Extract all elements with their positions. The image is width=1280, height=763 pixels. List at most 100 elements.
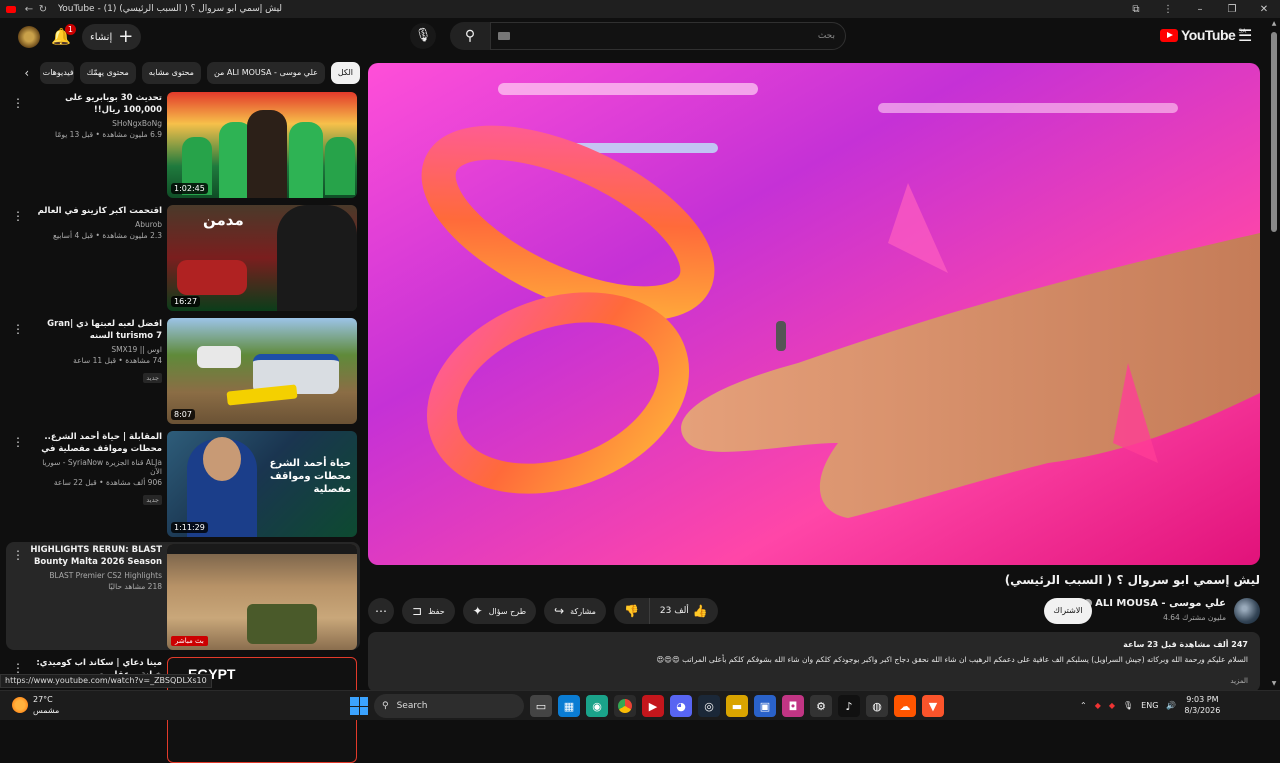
extensions-icon[interactable]: ⧉ — [1120, 4, 1152, 15]
list-item[interactable]: ⋮ تحديث 30 بوبابريو على 100,000 ريال!! S… — [6, 90, 360, 198]
search-button[interactable]: ⚲ — [450, 22, 490, 50]
sun-icon — [12, 697, 28, 713]
youtube-logo-text: YouTube — [1181, 27, 1236, 43]
close-button[interactable]: ✕ — [1248, 4, 1280, 15]
reload-icon[interactable]: ↻ — [36, 4, 50, 15]
youtube-logo[interactable]: YouTube SA — [1160, 27, 1246, 43]
rec-channel[interactable]: ALJa قناة الجزيرة SyriaNow - سوريا الآن — [30, 458, 162, 476]
save-button[interactable]: ⊐ حفظ — [402, 598, 455, 624]
soundcloud-icon[interactable]: ☁ — [894, 695, 916, 717]
minimize-button[interactable]: – — [1184, 4, 1216, 15]
rec-title[interactable]: تحديث 30 بوبابريو على 100,000 ريال!! — [30, 92, 162, 116]
back-arrow-icon[interactable]: ← — [22, 4, 36, 15]
instagram-icon[interactable]: ◘ — [782, 695, 804, 717]
language-indicator[interactable]: ENG — [1141, 701, 1158, 710]
rec-title[interactable]: اقتحمت اكبر كازينو في العالم — [30, 205, 162, 217]
tray-chevron-icon[interactable]: ⌃ — [1080, 701, 1087, 710]
rec-thumbnail[interactable]: 1:02:45 — [167, 92, 357, 198]
more-options-icon[interactable]: ⋮ — [12, 661, 24, 675]
rec-title[interactable]: HIGHLIGHTS RERUN: BLAST Bounty Malta 202… — [30, 544, 162, 568]
weather-widget[interactable]: 27°C مشمس — [12, 694, 59, 716]
clock[interactable]: 9:03 PM 8/3/2026 — [1184, 694, 1220, 716]
more-options-icon[interactable]: ⋮ — [12, 209, 24, 223]
tray-app-icon[interactable]: ◆ — [1109, 701, 1115, 710]
list-item[interactable]: ⋮ افضل لعبه لعبتها ذي |Gran turismo 7 ال… — [6, 316, 360, 424]
keyboard-icon[interactable] — [498, 32, 510, 40]
notifications-bell-icon[interactable]: 🔔 1 — [50, 24, 76, 48]
description-box[interactable]: 247 ألف مشاهدة قبل 23 ساعة السلام عليكم … — [368, 632, 1260, 692]
recommendations-list: ⋮ تحديث 30 بوبابريو على 100,000 ريال!! S… — [6, 90, 360, 763]
voice-search-mic-icon[interactable]: 🎙 — [410, 23, 436, 49]
ask-button[interactable]: ✦ طرح سؤال — [462, 598, 537, 624]
rec-thumbnail[interactable]: حياة أحمد الشرع محطات ومواقف مفصلية 1:11… — [167, 431, 357, 537]
description-stats: 247 ألف مشاهدة قبل 23 ساعة — [1123, 640, 1248, 649]
account-avatar[interactable] — [18, 26, 40, 48]
taskbar-search[interactable]: ⚲ Search — [374, 694, 524, 718]
maximize-button[interactable]: ❐ — [1216, 4, 1248, 15]
more-actions-button[interactable]: ⋯ — [368, 598, 394, 624]
tiktok-icon[interactable]: ♪ — [838, 695, 860, 717]
chip-from-channel[interactable]: من ALI MOUSA - علي موسى — [206, 62, 325, 84]
subscribe-button[interactable]: الاشتراك — [1044, 598, 1092, 624]
speaker-icon[interactable]: 🔊 — [1166, 701, 1176, 710]
settings-gear-icon[interactable]: ⚙ — [810, 695, 832, 717]
rec-channel[interactable]: Aburob — [30, 220, 162, 229]
more-options-icon[interactable]: ⋮ — [12, 548, 24, 562]
file-explorer-icon[interactable]: ▬ — [726, 695, 748, 717]
channel-name-row[interactable]: ALI MOUSA - علي موسى — [1081, 598, 1226, 609]
share-button[interactable]: ↪ مشاركة — [544, 598, 606, 624]
microphone-icon[interactable]: 🎙 — [1123, 701, 1133, 710]
start-button[interactable] — [350, 697, 368, 715]
tray-app-icon[interactable]: ◆ — [1095, 701, 1101, 710]
rec-thumbnail[interactable]: بث مباشر — [167, 544, 357, 650]
chip-all[interactable]: الكل — [330, 62, 360, 84]
scrollbar-thumb[interactable] — [1271, 32, 1277, 232]
more-options-icon[interactable]: ⋮ — [12, 435, 24, 449]
rec-thumbnail[interactable]: مدمن 16:27 — [167, 205, 357, 311]
video-player[interactable] — [368, 63, 1260, 565]
link-status-url: https://www.youtube.com/watch?v=_ZBSQDLX… — [0, 674, 212, 688]
notifications-badge: 1 — [64, 24, 76, 35]
app-icon[interactable]: ◍ — [866, 695, 888, 717]
list-item[interactable]: ⋮ المقابلة | حياة أحمد الشرع.. محطات ومو… — [6, 429, 360, 537]
dislike-button[interactable]: 👎 — [614, 598, 649, 624]
store-icon[interactable]: ▦ — [558, 695, 580, 717]
rec-channel[interactable]: BLAST Premier CS2 Highlights — [30, 571, 162, 580]
rec-title[interactable]: افضل لعبه لعبتها ذي |Gran turismo 7 السن… — [30, 318, 162, 342]
rec-thumb-text: مدمن — [203, 211, 244, 229]
create-button[interactable]: إنشاء + — [82, 24, 142, 50]
chrome-icon[interactable] — [614, 695, 636, 717]
rec-channel[interactable]: اوس || SMX19 — [30, 345, 162, 354]
channel-name[interactable]: ALI MOUSA - علي موسى — [1095, 598, 1226, 609]
steam-icon[interactable]: ◎ — [698, 695, 720, 717]
rec-title[interactable]: المقابلة | حياة أحمد الشرع.. محطات ومواق… — [30, 431, 162, 455]
page-scrollbar[interactable]: ▲ ▼ — [1270, 20, 1278, 690]
description-more[interactable]: المزيد — [380, 677, 1248, 685]
scroll-up-arrow-icon[interactable]: ▲ — [1270, 20, 1278, 27]
more-options-icon[interactable]: ⋮ — [12, 322, 24, 336]
search-input[interactable] — [490, 22, 846, 50]
list-item[interactable]: ⋮ اقتحمت اكبر كازينو في العالم Aburob 2.… — [6, 203, 360, 311]
hamburger-menu-icon[interactable]: ☰ — [1238, 26, 1252, 45]
chip-similar[interactable]: محتوى مشابه — [141, 62, 201, 84]
xbox-icon[interactable]: ◉ — [586, 695, 608, 717]
rec-duration: 1:02:45 — [171, 183, 208, 194]
brave-icon[interactable]: ▼ — [922, 695, 944, 717]
more-options-icon[interactable]: ⋮ — [12, 96, 24, 110]
like-button[interactable]: 23 ألف 👍 — [648, 598, 718, 624]
scroll-down-arrow-icon[interactable]: ▼ — [1270, 680, 1278, 687]
chip-videos[interactable]: فيديوهات — [39, 62, 74, 84]
rec-thumbnail[interactable]: 8:07 — [167, 318, 357, 424]
rec-channel[interactable]: SHoNgxBoNg — [30, 119, 162, 128]
chip-for-you[interactable]: محتوى يهمّك — [79, 62, 136, 84]
rec-stats: 74 مشاهدة • قبل 11 ساعة — [73, 356, 162, 365]
youtube-app-icon[interactable]: ▶ — [642, 695, 664, 717]
browser-menu-icon[interactable]: ⋮ — [1152, 4, 1184, 15]
weather-temperature: 27°C — [33, 695, 53, 704]
teams-icon[interactable]: ▣ — [754, 695, 776, 717]
discord-icon[interactable]: ◕ — [670, 695, 692, 717]
chips-scroll-left-icon[interactable]: ‹ — [20, 66, 34, 80]
channel-avatar[interactable] — [1234, 598, 1260, 624]
task-view-icon[interactable]: ▭ — [530, 695, 552, 717]
list-item[interactable]: ⋮ HIGHLIGHTS RERUN: BLAST Bounty Malta 2… — [6, 542, 360, 650]
